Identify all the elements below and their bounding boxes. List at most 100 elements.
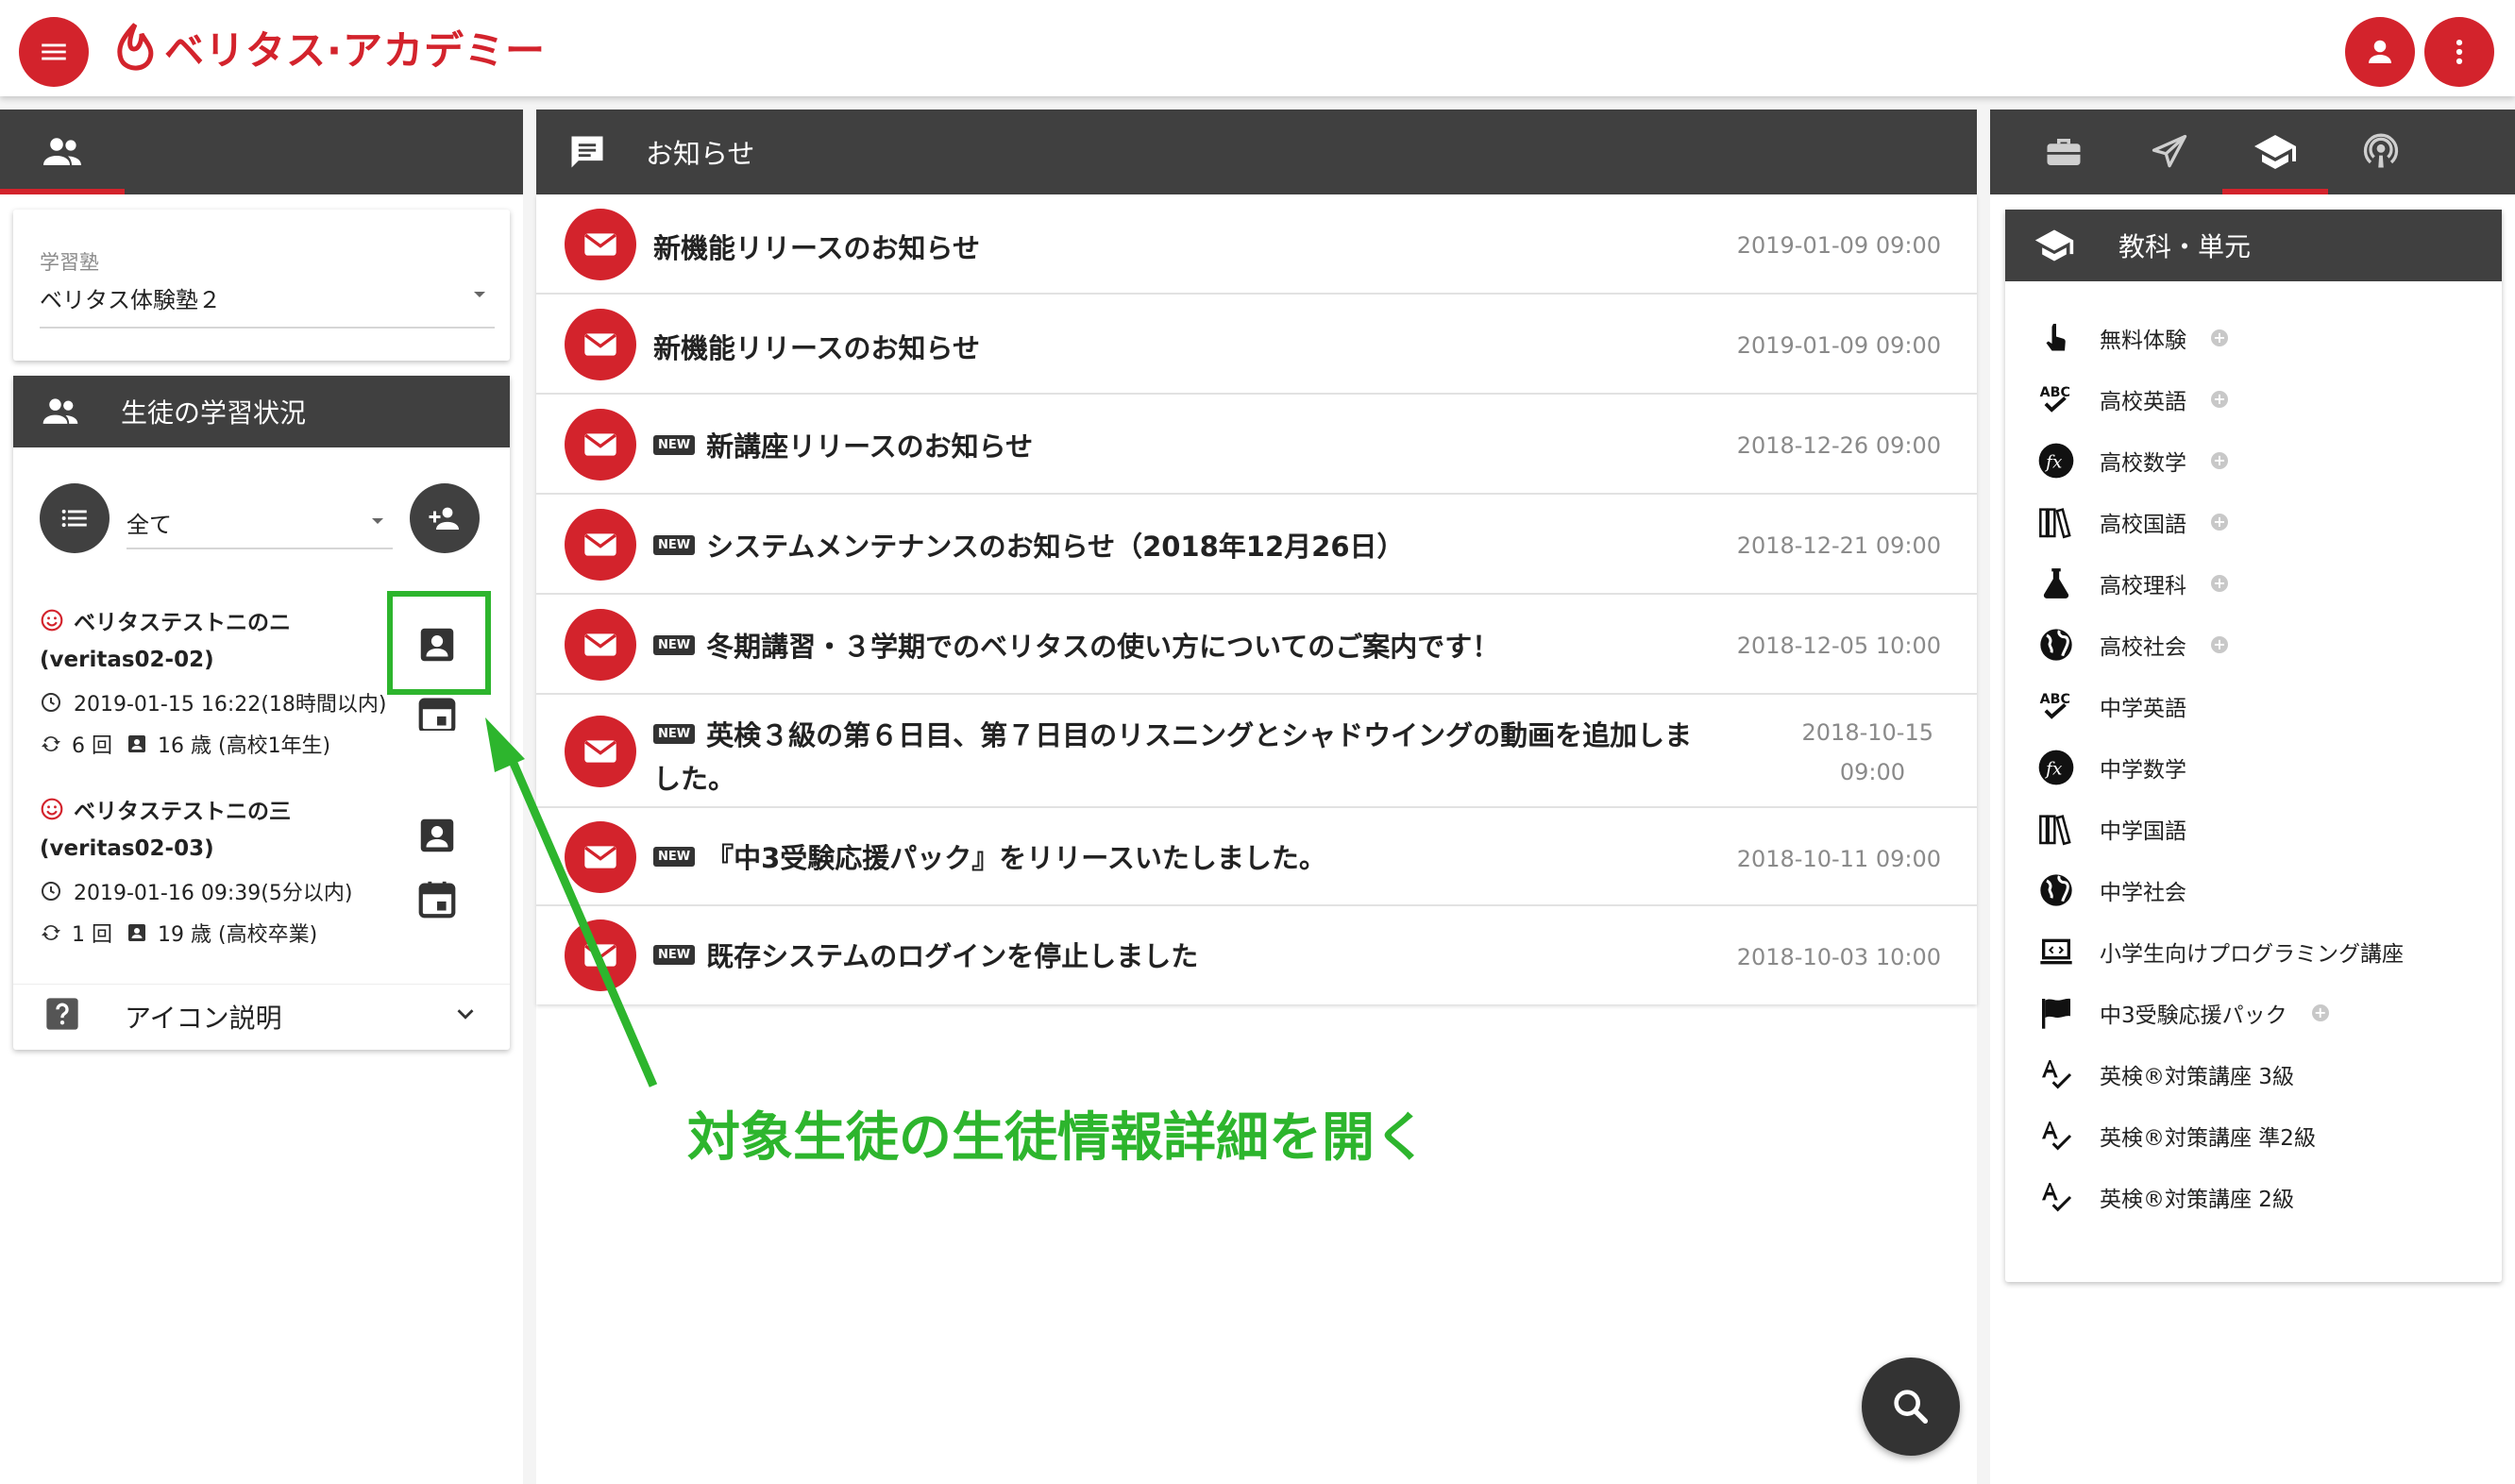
subject-label: 高校国語 [2100, 513, 2186, 537]
expand-plus-icon[interactable]: + [2211, 636, 2228, 653]
subject-item[interactable]: 高校社会 + [2035, 616, 2228, 673]
sync-icon [42, 924, 60, 941]
annotation-text: 対象生徒の生徒情報詳細を開く [687, 1107, 1427, 1169]
last-login-line: 2019-01-15 16:22(18時間以内) [40, 687, 386, 717]
expand-plus-icon[interactable]: + [2211, 514, 2228, 531]
subject-label: 英検®対策講座 3級 [2100, 1065, 2294, 1089]
student-name-line: ベリタステストニの三 [40, 793, 291, 825]
mail-icon-circle [565, 409, 636, 481]
pointing-hand-icon [2046, 324, 2066, 351]
tab-active-indicator [2222, 189, 2328, 194]
svg-text:ABC: ABC [2040, 385, 2070, 400]
svg-text:fx: fx [2044, 760, 2063, 780]
notice-row[interactable]: NEW 新講座リリースのお知らせ 2018-12-26 09:00 [536, 395, 1977, 495]
notice-date: 2018-10-11 09:00 [1736, 846, 1941, 872]
subject-item[interactable]: ABC 中学英語 [2035, 678, 2186, 734]
app-logo[interactable]: ベリタス·アカデミー [113, 19, 546, 76]
login-count: 1 回 [72, 923, 112, 947]
student-filter-select[interactable]: 全て [127, 491, 393, 549]
mail-icon [584, 846, 616, 868]
subject-item[interactable]: 中学社会 [2035, 862, 2186, 919]
subject-label: 英検®対策講座 準2級 [2100, 1126, 2316, 1151]
expand-plus-icon[interactable]: + [2311, 1004, 2329, 1021]
notice-item-title: 新機能リリースのお知らせ [653, 327, 980, 366]
subject-item[interactable]: 英検®対策講座 2級 [2035, 1169, 2294, 1225]
mail-icon-circle [565, 209, 636, 280]
notice-row[interactable]: NEW システムメンテナンスのお知らせ（2018年12月26日） 2018-12-… [536, 495, 1977, 595]
mail-icon [584, 433, 616, 456]
tab-send[interactable] [2117, 110, 2222, 194]
tab-students[interactable] [0, 110, 125, 194]
mail-icon [584, 333, 616, 356]
account-icon [2369, 40, 2391, 63]
subject-item[interactable]: 英検®対策講座 準2級 [2035, 1107, 2316, 1164]
subject-item[interactable]: 英検®対策講座 3級 [2035, 1046, 2294, 1103]
function-icon: fx [2038, 443, 2074, 479]
notice-item-text: 新機能リリースのお知らせ [653, 232, 980, 264]
notice-item-title: NEW システムメンテナンスのお知らせ（2018年12月26日） [653, 525, 1405, 565]
subject-label: 高校社会 [2100, 635, 2186, 660]
account-box-icon [420, 818, 454, 852]
subject-item[interactable]: 無料体験 + [2035, 310, 2228, 366]
tab-podcast[interactable] [2328, 110, 2434, 194]
student-calendar-button[interactable] [415, 693, 459, 731]
subject-item[interactable]: 小学生向けプログラミング講座 [2035, 923, 2404, 980]
podcast-icon [2363, 133, 2399, 168]
people-icon [43, 138, 81, 165]
notice-item-text: 新機能リリースのお知らせ [653, 332, 980, 364]
add-student-button[interactable] [410, 483, 480, 553]
expand-plus-icon[interactable]: + [2211, 391, 2228, 408]
mail-icon [584, 944, 616, 967]
notice-item-title: NEW 英検３級の第６日目、第７日目のリスニングとシャドウイングの動画を追加しま [653, 714, 1730, 753]
account-button[interactable] [2345, 17, 2415, 87]
subject-label: 無料体験 [2100, 329, 2186, 353]
subject-item[interactable]: fx 中学数学 [2035, 739, 2186, 796]
subject-item[interactable]: 高校理科 + [2035, 555, 2228, 612]
tab-subjects[interactable] [2222, 110, 2328, 194]
clock-icon [42, 693, 60, 712]
school-select[interactable]: ベリタス体験塾２ [40, 279, 495, 329]
student-name[interactable]: ベリタステストニの三 [74, 793, 291, 825]
subject-item[interactable]: 中3受験応援パック + [2035, 985, 2329, 1041]
notice-row[interactable]: 新機能リリースのお知らせ 2019-01-09 09:00 [536, 295, 1977, 395]
abc-check-icon: ABC [2040, 385, 2070, 413]
more-vert-icon [2456, 39, 2463, 65]
subject-label: 高校理科 [2100, 574, 2186, 599]
more-menu-button[interactable] [2424, 17, 2494, 87]
new-badge: NEW [653, 634, 696, 655]
list-filter-button[interactable] [40, 483, 110, 553]
books-icon [2039, 815, 2071, 846]
notice-date: 2018-12-26 09:00 [1736, 432, 1941, 459]
icon-help-toggle[interactable]: アイコン説明 [13, 984, 510, 1042]
top-app-bar: ベリタス·アカデミー [0, 0, 2515, 96]
search-fab[interactable] [1862, 1358, 1960, 1456]
subject-item[interactable]: fx 高校数学 + [2035, 432, 2228, 489]
tab-briefcase[interactable] [2011, 110, 2117, 194]
student-name[interactable]: ベリタステストニのニ [74, 604, 291, 636]
notice-row[interactable]: NEW 既存システムのログインを停止しました 2018-10-03 10:00 [536, 906, 1977, 1004]
menu-icon [42, 43, 66, 60]
notice-item-title: NEW 新講座リリースのお知らせ [653, 425, 1033, 464]
notice-list: 新機能リリースのお知らせ 2019-01-09 09:00 新機能リリースのお知… [536, 194, 1977, 1004]
notice-item-text: 冬期講習・３学期でのベリタスの使い方についてのご案内です！ [706, 631, 1500, 663]
subject-label: 中3受験応援パック [2100, 1003, 2287, 1028]
clock-icon [42, 882, 60, 901]
menu-button[interactable] [19, 17, 89, 87]
expand-plus-icon[interactable]: + [2211, 452, 2228, 469]
subject-item[interactable]: 中学国語 [2035, 801, 2186, 857]
notice-row[interactable]: NEW 『中3受験応援パック』をリリースいたしました。 2018-10-11 09… [536, 808, 1977, 906]
notice-date: 2019-01-09 09:00 [1736, 232, 1941, 259]
subjects-title: 教科・単元 [2118, 231, 2252, 262]
subject-item[interactable]: 高校国語 + [2035, 494, 2228, 550]
spellcheck-icon [2042, 1060, 2072, 1089]
expand-plus-icon[interactable]: + [2211, 575, 2228, 592]
notice-item-title: NEW 『中3受験応援パック』をリリースいたしました。 [653, 836, 1326, 876]
expand-plus-icon[interactable]: + [2211, 329, 2228, 346]
notice-row[interactable]: NEW 英検３級の第６日目、第７日目のリスニングとシャドウイングの動画を追加しま … [536, 695, 1977, 808]
student-calendar-button[interactable] [415, 878, 459, 921]
subject-item[interactable]: ABC 高校英語 + [2035, 371, 2228, 428]
notice-row[interactable]: 新機能リリースのお知らせ 2019-01-09 09:00 [536, 194, 1977, 295]
notice-date: 2018-10-03 10:00 [1736, 944, 1941, 970]
notice-row[interactable]: NEW 冬期講習・３学期でのベリタスの使い方についてのご案内です！ 2018-12… [536, 595, 1977, 695]
student-detail-button[interactable] [415, 814, 459, 857]
